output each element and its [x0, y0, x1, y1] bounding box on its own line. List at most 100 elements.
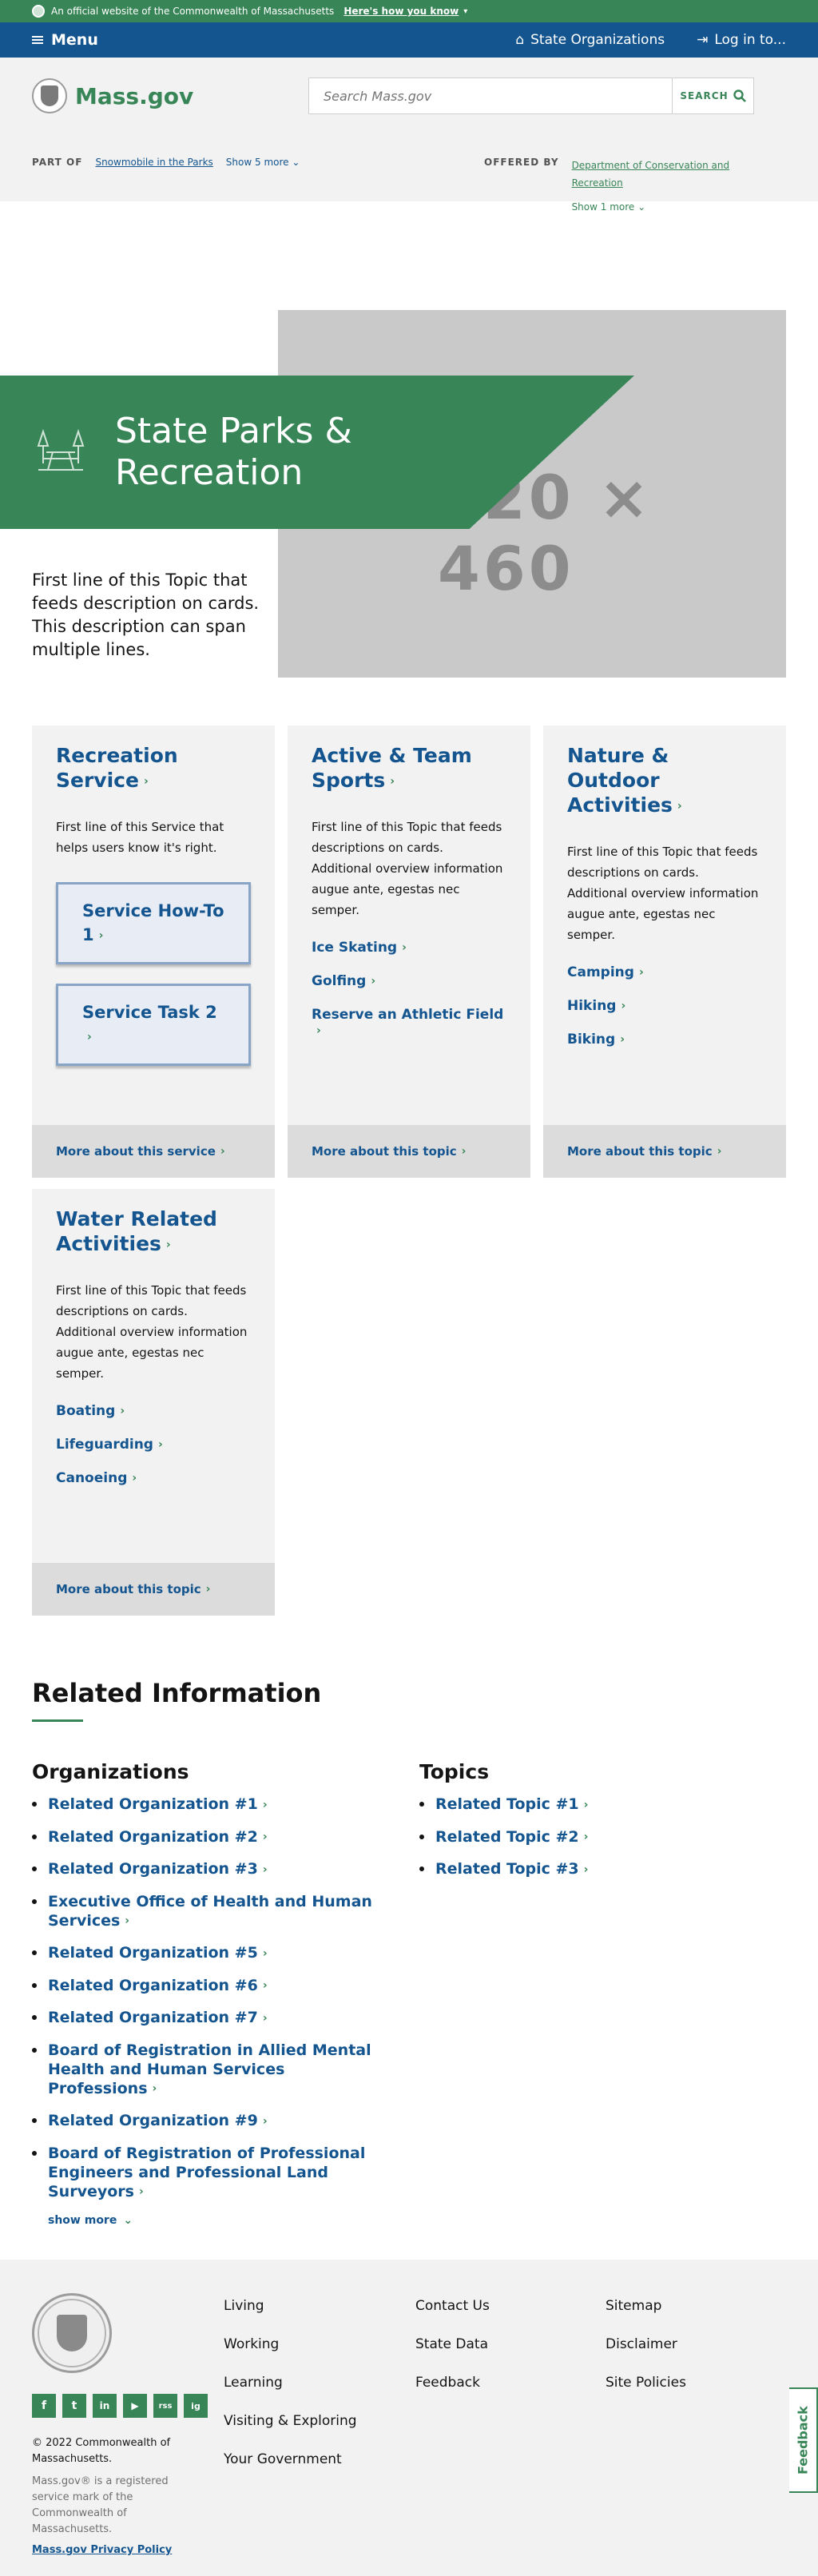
list-item[interactable]: Related Organization #7 ›	[32, 2008, 383, 2028]
list-item[interactable]: Related Topic #2 ›	[419, 1827, 771, 1847]
list-item[interactable]: Board of Registration of Professional En…	[32, 2144, 383, 2202]
list-item[interactable]: Executive Office of Health and Human Ser…	[32, 1892, 383, 1931]
related-topics: Topics Related Topic #1 › Related Topic #…	[419, 1760, 771, 1892]
card-link[interactable]: Biking ›	[567, 1032, 762, 1047]
mass-gov-logo[interactable]: Mass.gov	[32, 78, 193, 113]
site-footer: f t in ▶ rss ig © 2022 Commonwealth of M…	[0, 2260, 818, 2576]
card-link[interactable]: Canoeing ›	[56, 1470, 251, 1486]
org-link: Related Organization #9	[48, 2112, 258, 2129]
copyright-text: © 2022 Commonwealth of Massachusetts.	[32, 2437, 171, 2465]
org-link: Related Organization #6	[48, 1976, 258, 1994]
instagram-icon[interactable]: ig	[184, 2394, 208, 2418]
list-item[interactable]: Related Topic #3 ›	[419, 1859, 771, 1879]
arrow-right-icon: ›	[620, 1032, 625, 1046]
login-button[interactable]: ⇥ Log in to...	[697, 32, 786, 48]
footer-link[interactable]: Working	[224, 2336, 357, 2352]
arrow-right-icon: ›	[262, 1831, 268, 1843]
show-more-label: show more	[48, 2214, 117, 2227]
feedback-tab[interactable]: Feedback	[789, 2387, 818, 2493]
card-title[interactable]: Recreation Service ›	[56, 743, 251, 794]
list-item[interactable]: Related Organization #3 ›	[32, 1859, 383, 1879]
footer-link[interactable]: Contact Us	[415, 2298, 490, 2314]
footer-link[interactable]: Disclaimer	[606, 2336, 686, 2352]
card-title-text: Water Related Activities	[56, 1207, 217, 1255]
main-nav: Menu ⌂ State Organizations ⇥ Log in to..…	[0, 22, 818, 58]
hamburger-icon	[32, 36, 43, 44]
picnic-table-icon	[37, 428, 85, 471]
list-item[interactable]: Related Organization #1 ›	[32, 1795, 383, 1815]
card-title[interactable]: Nature & Outdoor Activities ›	[567, 743, 762, 819]
card-description: First line of this Service that helps us…	[56, 819, 224, 855]
more-about-topic-link[interactable]: More about this topic ›	[543, 1125, 786, 1178]
privacy-policy-link[interactable]: Mass.gov Privacy Policy	[32, 2542, 192, 2558]
list-item[interactable]: Related Organization #5 ›	[32, 1943, 383, 1963]
card-link[interactable]: Lifeguarding ›	[56, 1437, 251, 1453]
list-item[interactable]: Related Organization #6 ›	[32, 1976, 383, 1996]
card-link[interactable]: Hiking ›	[567, 998, 762, 1014]
chevron-down-icon: ⌄	[292, 157, 300, 168]
arrow-right-icon: ›	[583, 1798, 589, 1811]
search-button[interactable]: SEARCH	[672, 78, 753, 113]
show-more-button[interactable]: Show 5 more ⌄	[226, 157, 300, 168]
search-input[interactable]	[309, 78, 672, 113]
footer-link[interactable]: Visiting & Exploring	[224, 2413, 357, 2429]
twitter-icon[interactable]: t	[62, 2394, 86, 2418]
logo-text: Mass.gov	[75, 82, 194, 109]
topic-link: Related Topic #3	[435, 1860, 579, 1878]
org-link: Related Organization #7	[48, 2009, 258, 2026]
arrow-right-icon: ›	[390, 774, 395, 788]
footer-link[interactable]: Site Policies	[606, 2375, 686, 2391]
footer-link[interactable]: State Data	[415, 2336, 490, 2352]
facebook-icon[interactable]: f	[32, 2394, 56, 2418]
arrow-right-icon: ›	[677, 799, 682, 813]
arrow-right-icon: ›	[262, 1862, 268, 1876]
show-more-orgs-button[interactable]: show more ⌄	[32, 2214, 383, 2227]
card-title-text: Nature & Outdoor Activities	[567, 744, 673, 817]
card-title[interactable]: Water Related Activities ›	[56, 1207, 251, 1258]
part-of-link[interactable]: Snowmobile in the Parks	[95, 157, 212, 168]
card-title[interactable]: Active & Team Sports ›	[312, 743, 506, 794]
title-underline	[32, 1719, 83, 1722]
seal-icon	[32, 5, 45, 18]
list-item[interactable]: Board of Registration in Allied Mental H…	[32, 2041, 383, 2099]
service-task-button[interactable]: Service Task 2 ›	[56, 983, 251, 1066]
offered-by-link[interactable]: Department of Conservation and Recreatio…	[572, 160, 730, 189]
service-howto-button[interactable]: Service How-To 1 ›	[56, 881, 251, 964]
footer-link[interactable]: Feedback	[415, 2375, 490, 2391]
how-you-know-link[interactable]: Here's how you know	[343, 6, 459, 17]
list-item[interactable]: Related Topic #1 ›	[419, 1795, 771, 1815]
menu-button[interactable]: Menu	[32, 31, 98, 49]
arrow-right-icon: ›	[402, 940, 407, 954]
list-item[interactable]: Related Organization #9 ›	[32, 2111, 383, 2131]
rss-icon[interactable]: rss	[153, 2394, 177, 2418]
card-link-label: Golfing	[312, 972, 367, 989]
social-links: f t in ▶ rss ig	[32, 2394, 208, 2418]
state-organizations-button[interactable]: ⌂ State Organizations	[515, 32, 665, 48]
site-header: Mass.gov SEARCH	[0, 58, 818, 134]
page-title: State Parks & Recreation	[115, 411, 352, 493]
more-about-topic-link[interactable]: More about this topic ›	[288, 1125, 530, 1178]
card-link-label: Biking	[567, 1031, 616, 1047]
list-item[interactable]: Related Organization #2 ›	[32, 1827, 383, 1847]
topics-heading: Topics	[419, 1760, 490, 1783]
footer-link[interactable]: Living	[224, 2298, 357, 2314]
arrow-right-icon: ›	[717, 1145, 722, 1158]
linkedin-icon[interactable]: in	[93, 2394, 117, 2418]
org-link: Executive Office of Health and Human Ser…	[48, 1892, 372, 1930]
arrow-right-icon: ›	[125, 1914, 130, 1927]
arrow-right-icon: ›	[638, 965, 644, 979]
youtube-icon[interactable]: ▶	[123, 2394, 147, 2418]
footer-link[interactable]: Your Government	[224, 2451, 357, 2467]
more-about-topic-link[interactable]: More about this topic ›	[32, 1563, 275, 1616]
card-link[interactable]: Reserve an Athletic Field›	[312, 1007, 506, 1039]
arrow-right-icon: ›	[583, 1831, 589, 1843]
card-link[interactable]: Camping ›	[567, 964, 762, 980]
card-description: First line of this Topic that feeds desc…	[567, 844, 759, 942]
more-about-service-link[interactable]: More about this service ›	[32, 1125, 275, 1178]
card-link[interactable]: Boating ›	[56, 1403, 251, 1419]
footer-link[interactable]: Learning	[224, 2375, 357, 2391]
arrow-right-icon: ›	[138, 2185, 144, 2198]
card-link[interactable]: Ice Skating ›	[312, 940, 506, 956]
footer-link[interactable]: Sitemap	[606, 2298, 686, 2314]
card-link[interactable]: Golfing ›	[312, 973, 506, 989]
